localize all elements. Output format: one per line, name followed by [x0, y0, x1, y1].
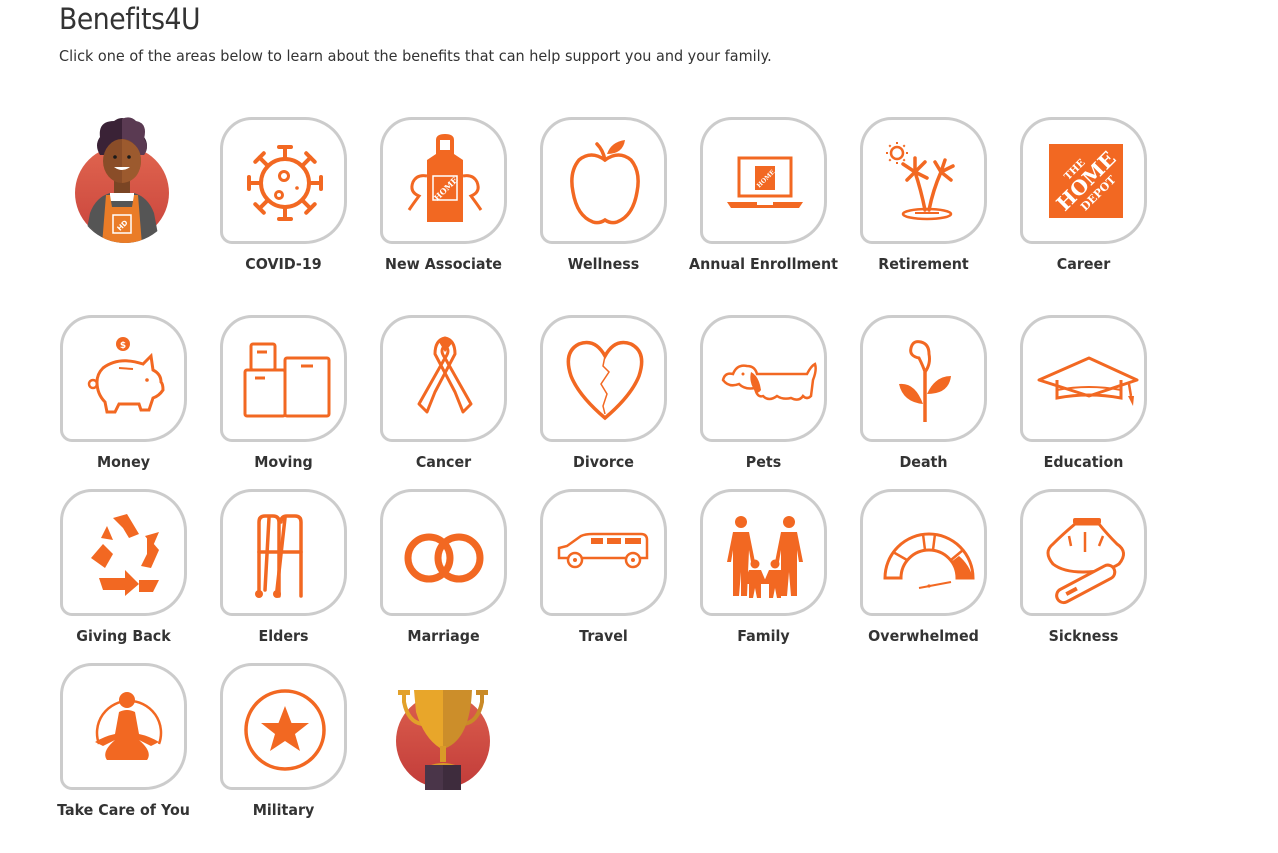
- associate-avatar: HD: [70, 115, 175, 245]
- svg-text:$: $: [120, 341, 126, 351]
- benefit-tile-button[interactable]: [540, 315, 667, 442]
- benefit-tile-label[interactable]: Divorce: [527, 450, 680, 474]
- benefit-tile-label[interactable]: Overwhelmed: [847, 624, 1000, 648]
- benefit-tile-label[interactable]: Death: [847, 450, 1000, 474]
- benefit-tile-button[interactable]: HOME: [700, 117, 827, 244]
- benefit-tile-button[interactable]: THE HOME DEPOT: [1020, 117, 1147, 244]
- broken-heart-icon: [566, 340, 644, 421]
- family-icon: [727, 516, 803, 598]
- dog-icon: [721, 362, 817, 401]
- recycle-icon: [91, 514, 159, 596]
- laptop-icon: HOME: [727, 156, 803, 208]
- apple-icon: [570, 140, 640, 225]
- benefit-tile-label[interactable]: Retirement: [847, 252, 1000, 276]
- benefit-tile-label[interactable]: Marriage: [367, 624, 520, 648]
- palm-island-icon: [886, 142, 955, 221]
- benefit-tile-button[interactable]: [1020, 489, 1147, 616]
- benefit-tile-label[interactable]: Sickness: [1007, 624, 1160, 648]
- benefit-tile-label[interactable]: Travel: [527, 624, 680, 648]
- graduation-cap-icon: [1037, 356, 1139, 406]
- benefit-tile-label[interactable]: Money: [47, 450, 200, 474]
- benefit-tile-label[interactable]: Elders: [207, 624, 360, 648]
- benefit-tile-button[interactable]: [540, 489, 667, 616]
- gauge-icon: [883, 532, 975, 589]
- benefit-tile-button[interactable]: [700, 489, 827, 616]
- benefit-tile-button[interactable]: [540, 117, 667, 244]
- benefit-tile-button[interactable]: [860, 117, 987, 244]
- apron-icon: HOME: [407, 134, 483, 222]
- piggy-bank-icon: $: [87, 337, 165, 414]
- home-depot-logo-icon: THEHOMEDEPOT: [1049, 144, 1123, 218]
- benefit-tile-button[interactable]: [860, 315, 987, 442]
- benefit-tile-button[interactable]: [220, 663, 347, 790]
- benefit-tile-label[interactable]: Education: [1007, 450, 1160, 474]
- benefit-tile-label[interactable]: Annual Enrollment: [687, 252, 840, 276]
- ribbon-icon: [417, 336, 473, 414]
- benefit-tile-label[interactable]: Giving Back: [47, 624, 200, 648]
- star-circle-icon: [244, 689, 326, 771]
- lily-flower-icon: [899, 340, 951, 422]
- benefit-tile-button[interactable]: [220, 315, 347, 442]
- benefit-tile-label[interactable]: Career: [1007, 252, 1160, 276]
- rings-icon: [404, 533, 484, 583]
- benefit-tile-label[interactable]: COVID-19: [207, 252, 360, 276]
- car-icon: [557, 532, 649, 569]
- page-subtitle: Click one of the areas below to learn ab…: [59, 47, 772, 65]
- benefit-tile-button[interactable]: [60, 663, 187, 790]
- benefit-tile-label[interactable]: Cancer: [367, 450, 520, 474]
- benefit-tile-label[interactable]: Take Care of You: [47, 798, 200, 822]
- benefit-tile-label[interactable]: Pets: [687, 450, 840, 474]
- benefit-tile-button[interactable]: [220, 489, 347, 616]
- benefit-tile-label[interactable]: Family: [687, 624, 840, 648]
- benefit-tile-label[interactable]: Military: [207, 798, 360, 822]
- benefit-tile-button[interactable]: [220, 117, 347, 244]
- page-title: Benefits4U: [59, 2, 201, 36]
- benefit-tile-button[interactable]: [700, 315, 827, 442]
- benefit-tile-label[interactable]: Moving: [207, 450, 360, 474]
- virus-icon: [247, 145, 323, 221]
- benefit-tile-button[interactable]: [860, 489, 987, 616]
- benefit-tile-button[interactable]: [60, 489, 187, 616]
- ice-pack-thermometer-icon: [1046, 518, 1125, 605]
- benefit-tile-button[interactable]: [380, 489, 507, 616]
- benefit-tile-label[interactable]: Wellness: [527, 252, 680, 276]
- trophy-badge: [394, 688, 492, 792]
- benefit-tile-label[interactable]: New Associate: [367, 252, 520, 276]
- benefit-tile-button[interactable]: $: [60, 315, 187, 442]
- benefit-tile-button[interactable]: [380, 315, 507, 442]
- walker-icon: [255, 514, 303, 598]
- benefit-tile-button[interactable]: [1020, 315, 1147, 442]
- benefit-tile-button[interactable]: HOME: [380, 117, 507, 244]
- meditation-icon: [95, 692, 163, 760]
- boxes-icon: [243, 342, 331, 418]
